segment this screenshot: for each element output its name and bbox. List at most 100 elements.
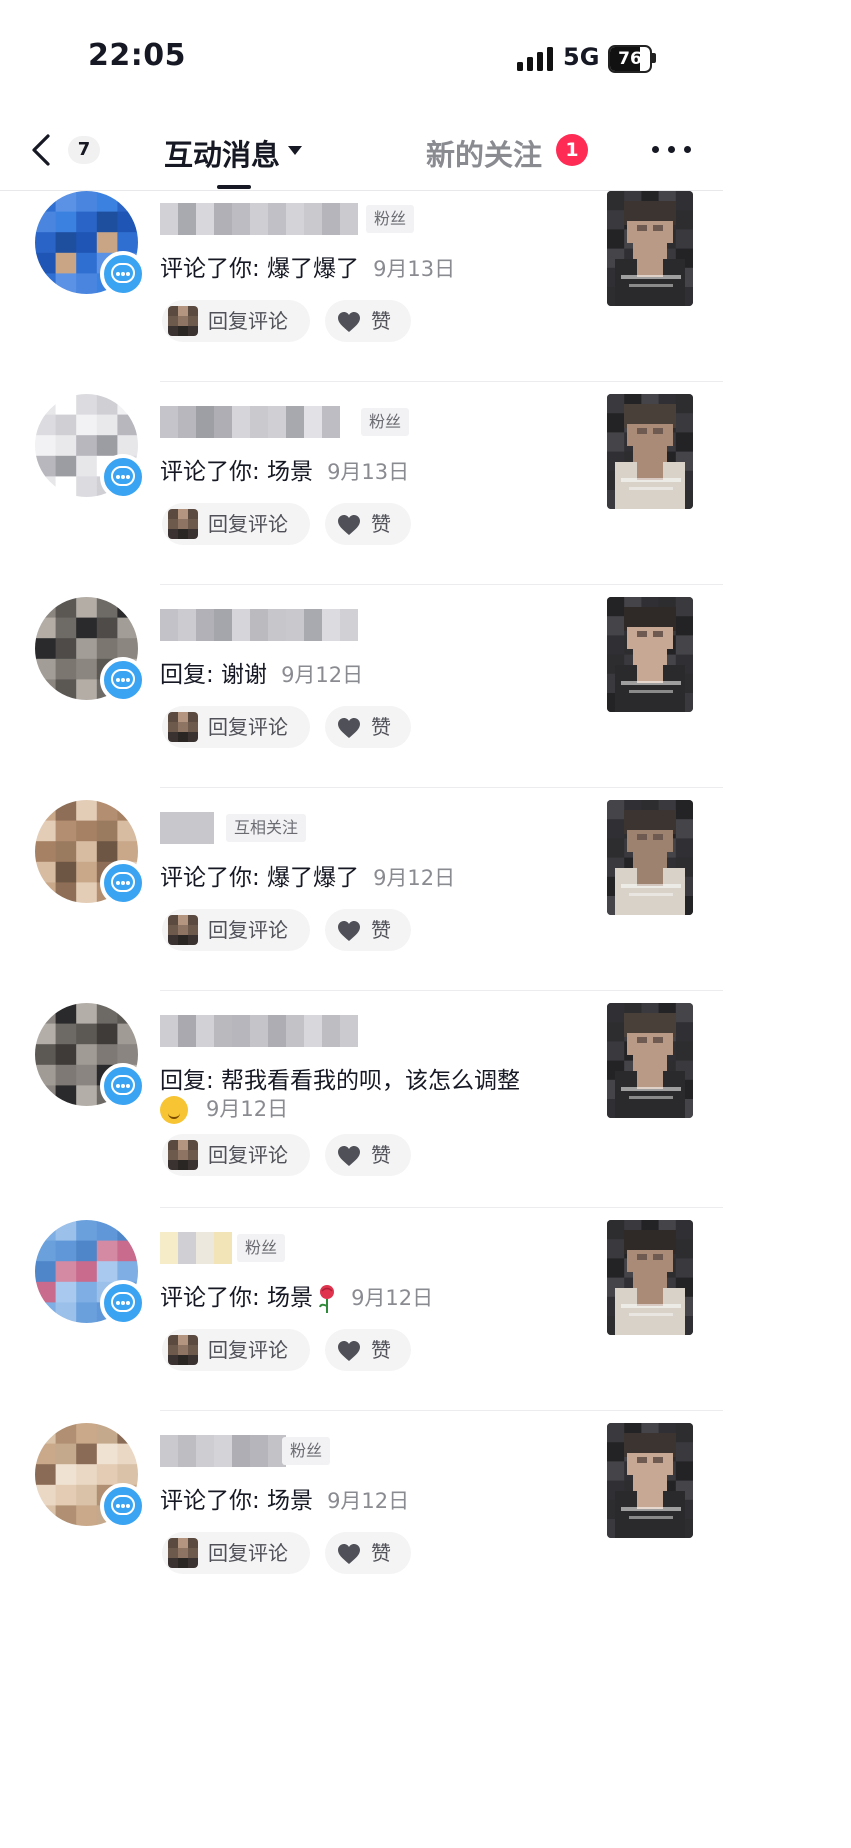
reply-comment-button[interactable]: 回复评论	[162, 1532, 310, 1574]
video-thumbnail[interactable]	[607, 191, 693, 306]
message-body: 评论了你: 爆了爆了	[160, 256, 360, 282]
comment-bubble-icon	[100, 1280, 146, 1326]
reply-label: 回复评论	[208, 1143, 288, 1167]
heart-icon	[338, 1341, 360, 1361]
username-blurred[interactable]	[160, 1232, 232, 1264]
caret-down-icon[interactable]	[288, 146, 302, 155]
message-date: 9月12日	[327, 1489, 410, 1513]
comment-bubble-icon	[100, 251, 146, 297]
reply-comment-button[interactable]: 回复评论	[162, 300, 310, 342]
message-body: 回复: 谢谢	[160, 662, 268, 688]
like-button[interactable]: 赞	[325, 1134, 411, 1176]
video-thumbnail[interactable]	[607, 800, 693, 915]
like-button[interactable]: 赞	[325, 503, 411, 545]
reply-label: 回复评论	[208, 918, 288, 942]
row-divider	[160, 990, 723, 991]
reply-label: 回复评论	[208, 512, 288, 536]
comment-bubble-icon	[100, 454, 146, 500]
video-thumbnail[interactable]	[607, 394, 693, 509]
active-tab-indicator	[217, 185, 251, 189]
username-blurred[interactable]	[160, 609, 358, 641]
row-divider	[160, 787, 723, 788]
like-button[interactable]: 赞	[325, 300, 411, 342]
like-button[interactable]: 赞	[325, 1532, 411, 1574]
username-blurred[interactable]	[160, 812, 214, 844]
reply-label: 回复评论	[208, 309, 288, 333]
tab-interactions[interactable]: 互动消息	[164, 132, 280, 174]
video-mini-thumb	[168, 915, 198, 945]
message-date: 9月12日	[281, 663, 364, 687]
message-date: 9月13日	[373, 257, 456, 281]
status-bar: 22:05 5G 76	[0, 0, 723, 110]
video-mini-thumb	[168, 306, 198, 336]
back-button[interactable]	[22, 130, 62, 170]
video-thumbnail[interactable]	[607, 1220, 693, 1335]
reply-comment-button[interactable]: 回复评论	[162, 1329, 310, 1371]
message-date: 9月12日	[351, 1286, 434, 1310]
message-body: 评论了你: 爆了爆了	[160, 865, 360, 891]
video-thumbnail[interactable]	[607, 1423, 693, 1538]
unread-count-pill[interactable]: 7	[68, 136, 100, 164]
username-blurred[interactable]	[160, 406, 340, 438]
message-text[interactable]: 评论了你: 场景 9月13日	[160, 452, 409, 486]
reply-label: 回复评论	[208, 1338, 288, 1362]
comment-bubble-icon	[100, 657, 146, 703]
reply-label: 回复评论	[208, 715, 288, 739]
relation-tag: 粉丝	[282, 1437, 331, 1465]
relation-tag: 粉丝	[366, 205, 415, 233]
video-mini-thumb	[168, 1335, 198, 1365]
like-label: 赞	[371, 918, 391, 942]
video-mini-thumb	[168, 509, 198, 539]
row-divider	[160, 584, 723, 585]
message-date: 9月12日	[206, 1097, 289, 1121]
message-text[interactable]: 评论了你: 爆了爆了 9月13日	[160, 249, 455, 283]
row-divider	[160, 381, 723, 382]
more-button[interactable]	[650, 146, 694, 156]
status-time: 22:05	[88, 38, 186, 73]
relation-tag: 互相关注	[226, 814, 307, 842]
relation-tag: 粉丝	[237, 1234, 286, 1262]
like-label: 赞	[371, 1338, 391, 1362]
hugging-emoji-icon	[160, 1096, 188, 1124]
message-text[interactable]: 评论了你: 爆了爆了 9月12日	[160, 858, 455, 892]
message-body: 评论了你: 场景	[160, 459, 314, 485]
video-mini-thumb	[168, 712, 198, 742]
message-text[interactable]: 回复: 谢谢 9月12日	[160, 655, 363, 689]
reply-label: 回复评论	[208, 1541, 288, 1565]
message-date: 9月13日	[327, 460, 410, 484]
message-second-line: 9月12日	[160, 1093, 288, 1124]
message-date: 9月12日	[373, 866, 456, 890]
username-blurred[interactable]	[160, 1015, 358, 1047]
network-type: 5G	[563, 43, 600, 71]
top-nav: 7 互动消息 新的关注 1	[0, 110, 723, 191]
reply-comment-button[interactable]: 回复评论	[162, 1134, 310, 1176]
like-label: 赞	[371, 1143, 391, 1167]
message-body: 回复: 帮我看看我的呗，该怎么调整	[160, 1068, 521, 1094]
like-button[interactable]: 赞	[325, 1329, 411, 1371]
message-body: 评论了你: 场景	[160, 1285, 314, 1311]
message-text[interactable]: 评论了你: 场景 9月12日	[160, 1278, 433, 1314]
reply-comment-button[interactable]: 回复评论	[162, 706, 310, 748]
like-label: 赞	[371, 309, 391, 333]
username-blurred[interactable]	[160, 1435, 286, 1467]
message-text[interactable]: 回复: 帮我看看我的呗，该怎么调整	[160, 1061, 520, 1095]
username-blurred[interactable]	[160, 203, 358, 235]
message-text[interactable]: 评论了你: 场景 9月12日	[160, 1481, 409, 1515]
row-divider	[160, 1207, 723, 1208]
chevron-left-icon	[32, 134, 50, 166]
reply-comment-button[interactable]: 回复评论	[162, 503, 310, 545]
like-button[interactable]: 赞	[325, 706, 411, 748]
heart-icon	[338, 312, 360, 332]
battery-icon: 76	[608, 45, 656, 73]
signal-icon	[517, 47, 553, 71]
new-follows-badge: 1	[556, 134, 588, 166]
tab-new-follows[interactable]: 新的关注	[426, 132, 542, 174]
video-thumbnail[interactable]	[607, 597, 693, 712]
reply-comment-button[interactable]: 回复评论	[162, 909, 310, 951]
like-button[interactable]: 赞	[325, 909, 411, 951]
like-label: 赞	[371, 512, 391, 536]
video-thumbnail[interactable]	[607, 1003, 693, 1118]
relation-tag: 粉丝	[361, 408, 410, 436]
heart-icon	[338, 718, 360, 738]
message-body: 评论了你: 场景	[160, 1488, 314, 1514]
